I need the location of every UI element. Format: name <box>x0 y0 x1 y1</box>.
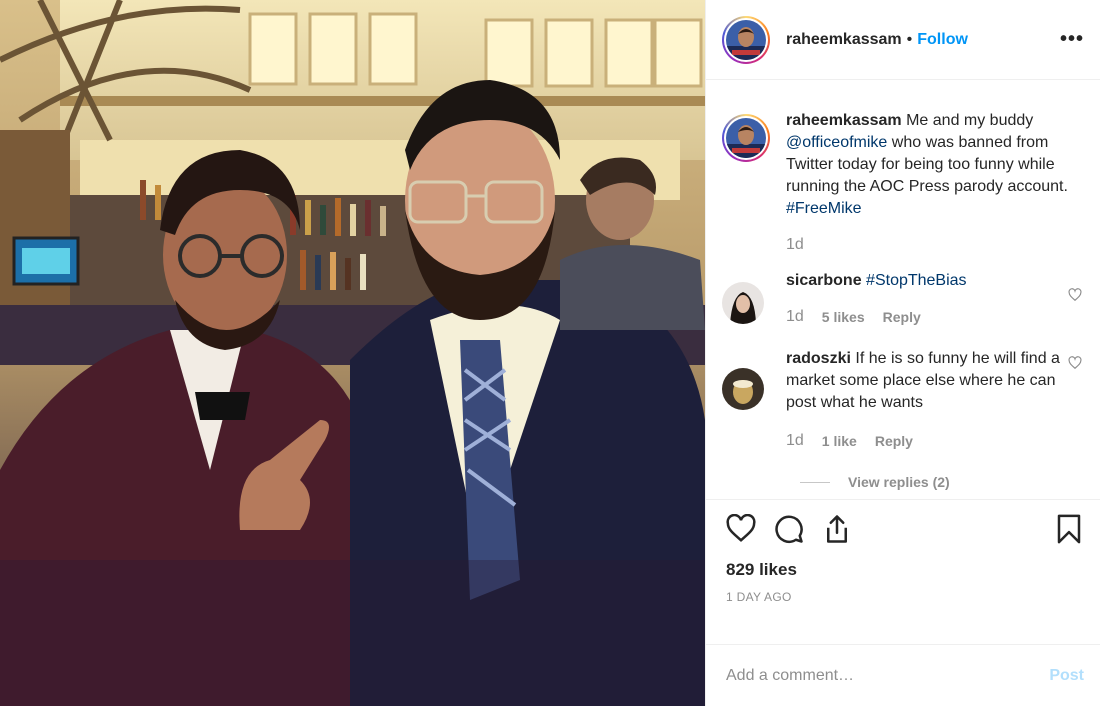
bookmark-icon[interactable] <box>1054 514 1084 544</box>
header-separator: • <box>906 30 913 48</box>
caption-meta: 1d <box>786 234 1084 256</box>
caption-username[interactable]: raheemkassam <box>786 112 902 129</box>
reply-button[interactable]: Reply <box>875 430 913 452</box>
caption-mention[interactable]: @officeofmike <box>786 134 887 151</box>
commenter-avatar[interactable] <box>722 282 764 324</box>
comment-likes[interactable]: 1 like <box>822 430 857 452</box>
caption-hashtag[interactable]: #FreeMike <box>786 200 862 217</box>
comment-likes[interactable]: 5 likes <box>822 306 865 328</box>
comment-meta: 1d 1 like Reply <box>786 430 1084 452</box>
view-replies-button[interactable]: View replies (2) <box>800 474 1084 490</box>
caption-avatar-image <box>726 118 766 158</box>
comment-username[interactable]: sicarbone <box>786 272 862 289</box>
more-options-icon[interactable]: ••• <box>1060 28 1084 51</box>
post-actions: 829 likes 1 DAY AGO <box>706 499 1100 644</box>
post-header: raheemkassam • Follow ••• <box>706 0 1100 80</box>
comment-time[interactable]: 1d <box>786 306 804 328</box>
heart-icon[interactable] <box>726 514 756 544</box>
post-timestamp[interactable]: 1 DAY AGO <box>726 590 1084 604</box>
comments-list[interactable]: raheemkassam Me and my buddy @officeofmi… <box>706 80 1100 499</box>
caption-time[interactable]: 1d <box>786 234 804 256</box>
comment-like-icon[interactable] <box>1068 356 1082 370</box>
follow-button[interactable]: Follow <box>917 31 968 49</box>
comment-body: radoszki If he is so funny he will find … <box>786 348 1084 452</box>
author-username[interactable]: raheemkassam <box>786 31 902 49</box>
comment-body: sicarbone #StopTheBias 1d 5 likes Reply <box>786 270 1084 328</box>
like-count[interactable]: 829 likes <box>726 560 1084 580</box>
comment-time[interactable]: 1d <box>786 430 804 452</box>
commenter-avatar[interactable] <box>722 368 764 410</box>
action-icons <box>726 512 1084 546</box>
comment-meta: 1d 5 likes Reply <box>786 306 1084 328</box>
caption-text-1: Me and my buddy <box>906 112 1034 129</box>
comment-like-icon[interactable] <box>1068 288 1082 302</box>
author-avatar[interactable] <box>722 15 770 64</box>
reply-button[interactable]: Reply <box>883 306 921 328</box>
comment-icon[interactable] <box>774 514 804 544</box>
caption-avatar[interactable] <box>722 114 770 162</box>
post-side-panel: raheemkassam • Follow ••• raheemkassam M… <box>705 0 1100 706</box>
comment-item: radoszki If he is so funny he will find … <box>722 348 1084 452</box>
add-comment-bar: Post <box>706 644 1100 706</box>
author-avatar-image <box>726 19 766 60</box>
view-replies-label[interactable]: View replies (2) <box>848 474 950 490</box>
post-photo-image <box>0 0 705 706</box>
post-photo[interactable] <box>0 0 705 706</box>
replies-divider <box>800 481 830 483</box>
comment-username[interactable]: radoszki <box>786 350 851 367</box>
caption-body: raheemkassam Me and my buddy @officeofmi… <box>786 110 1084 256</box>
comment-hashtag[interactable]: #StopTheBias <box>866 272 967 289</box>
comment-input[interactable] <box>726 666 1050 685</box>
comment-item: sicarbone #StopTheBias 1d 5 likes Reply <box>722 270 1084 328</box>
post-comment-button[interactable]: Post <box>1049 667 1084 685</box>
caption: raheemkassam Me and my buddy @officeofmi… <box>722 80 1084 256</box>
share-icon[interactable] <box>822 514 852 544</box>
